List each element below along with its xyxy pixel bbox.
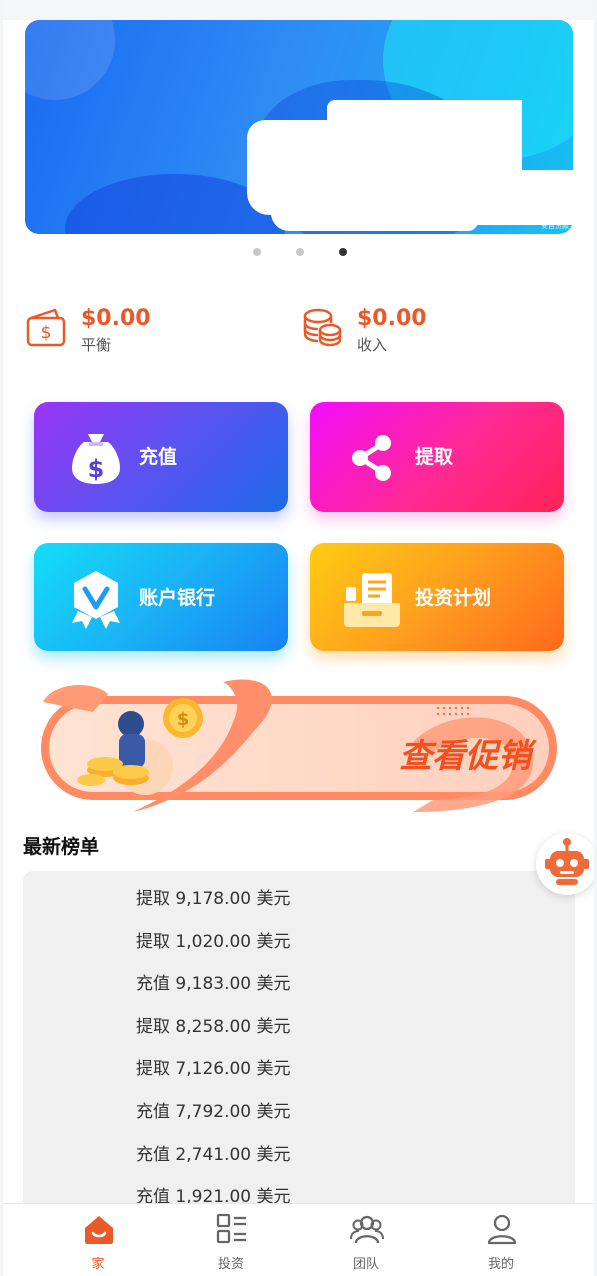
investment-plan-button[interactable]: 投资计划	[310, 543, 564, 651]
nav-invest[interactable]: 投资	[161, 1204, 301, 1276]
recharge-button[interactable]: $ 充值	[34, 402, 288, 512]
share-icon	[352, 435, 391, 481]
carousel-dot-active[interactable]	[339, 248, 347, 256]
carousel-indicators	[3, 246, 594, 258]
status-strip	[3, 0, 594, 20]
list-item: 提取 7,126.00 美元	[136, 1059, 291, 1079]
list-item: 充值 2,741.00 美元	[136, 1145, 291, 1165]
money-bag-icon: $	[72, 434, 120, 484]
list-item: 充值 7,792.00 美元	[136, 1102, 291, 1122]
balance-label: 平衡	[81, 336, 112, 354]
carousel-dot[interactable]	[253, 248, 261, 256]
badge-v-icon	[72, 571, 120, 629]
carousel-dot[interactable]	[296, 248, 304, 256]
list-item: 提取 9,178.00 美元	[136, 889, 291, 909]
promotion-label: 查看促销	[399, 736, 537, 775]
banner-decoration	[25, 20, 115, 100]
support-bot-button[interactable]	[536, 833, 594, 895]
profile-icon	[487, 1214, 517, 1245]
wallet-icon: $	[26, 308, 66, 347]
team-icon	[350, 1215, 384, 1244]
withdraw-button[interactable]: 提取	[310, 402, 564, 512]
invest-icon	[216, 1213, 246, 1244]
balance-stat: $ $0.00 平衡	[25, 300, 225, 360]
ranking-list: 提取 9,178.00 美元 提取 1,020.00 美元 充值 9,183.0…	[23, 871, 575, 1211]
balance-value: $0.00	[81, 306, 151, 331]
list-item: 提取 8,258.00 美元	[136, 1017, 291, 1037]
income-stat: $0.00 收入	[301, 300, 501, 360]
investment-plan-label: 投资计划	[415, 587, 492, 609]
svg-text:$: $	[41, 323, 52, 343]
nav-home-label: 家	[91, 1257, 105, 1272]
document-tray-icon	[344, 573, 400, 627]
income-value: $0.00	[357, 306, 427, 331]
nav-team-label: 团队	[352, 1257, 379, 1272]
bank-account-label: 账户银行	[139, 587, 216, 609]
banner-corner-text: 安吉贷款	[541, 222, 569, 230]
income-label: 收入	[357, 336, 388, 354]
list-item: 提取 1,020.00 美元	[136, 932, 291, 952]
bank-account-button[interactable]: 账户银行	[34, 543, 288, 651]
nav-profile[interactable]: 我的	[431, 1204, 571, 1276]
banner-carousel[interactable]: 安吉贷款	[25, 20, 573, 234]
nav-home[interactable]: 家	[28, 1204, 168, 1276]
coins-icon	[303, 308, 342, 347]
ranking-title: 最新榜单	[23, 836, 100, 858]
nav-team[interactable]: 团队	[296, 1204, 436, 1276]
withdraw-label: 提取	[415, 446, 454, 468]
svg-text:$: $	[88, 455, 105, 483]
banner-image-placeholder	[247, 120, 462, 215]
home-page: 安吉贷款 $ $0.00 平衡 $0.00 收入 $ 充值 提取 账户银行 投资…	[3, 0, 594, 1276]
svg-text:$: $	[177, 709, 190, 730]
robot-icon	[545, 838, 589, 885]
nav-profile-label: 我的	[487, 1257, 514, 1272]
bottom-nav: 家 投资 团队 我的	[3, 1203, 594, 1276]
nav-invest-label: 投资	[217, 1257, 244, 1272]
list-item: 充值 9,183.00 美元	[136, 974, 291, 994]
recharge-label: 充值	[139, 446, 178, 468]
home-icon	[85, 1216, 113, 1244]
promotion-banner[interactable]: $ 查看促销	[33, 672, 565, 817]
